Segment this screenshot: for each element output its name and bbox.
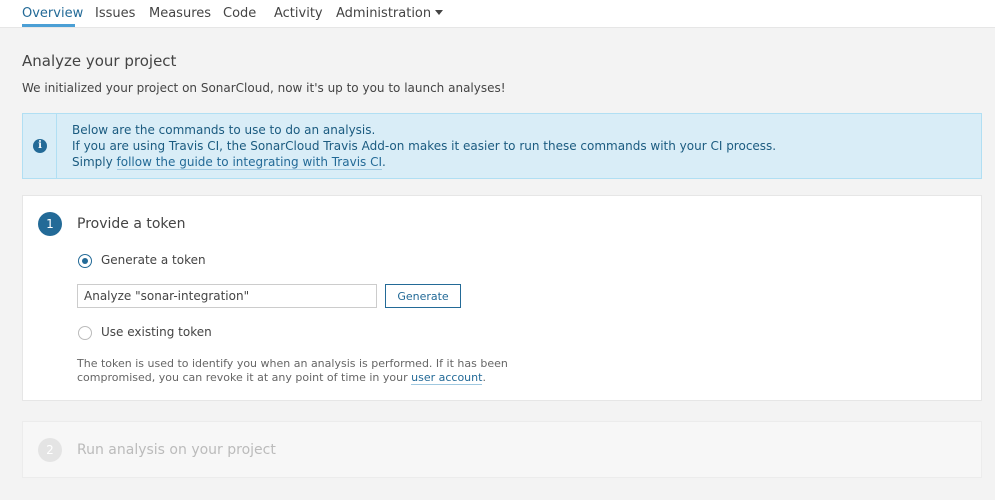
info-line-guide: Simply follow the guide to integrating w… xyxy=(72,155,386,170)
tab-issues[interactable]: Issues xyxy=(95,6,135,21)
existing-token-label: Use existing token xyxy=(101,325,212,339)
user-account-link[interactable]: user account xyxy=(411,371,483,385)
tab-activity[interactable]: Activity xyxy=(274,6,323,21)
top-navigation: Overview Issues Measures Code Activity A… xyxy=(0,0,995,28)
token-help-suffix: . xyxy=(482,371,486,384)
generate-token-label: Generate a token xyxy=(101,253,206,267)
info-icon: i xyxy=(33,139,47,153)
tab-administration[interactable]: Administration xyxy=(336,6,444,21)
token-help-line1: The token is used to identify you when a… xyxy=(77,357,508,370)
step-provide-token: 1 Provide a token Generate a token Gener… xyxy=(22,195,982,401)
page-subtitle: We initialized your project on SonarClou… xyxy=(22,81,506,95)
step-title: Provide a token xyxy=(77,216,186,232)
generate-button[interactable]: Generate xyxy=(385,284,461,308)
info-line-travis: If you are using Travis CI, the SonarClo… xyxy=(72,139,777,153)
info-line-guide-prefix: Simply xyxy=(72,155,117,169)
page-title: Analyze your project xyxy=(22,52,177,70)
tab-administration-label: Administration xyxy=(336,6,432,21)
info-icon-column: i xyxy=(23,114,57,178)
step-run-analysis: 2 Run analysis on your project xyxy=(22,421,982,478)
caret-down-icon xyxy=(435,10,444,15)
token-help-line2: compromised, you can revoke it at any po… xyxy=(77,371,486,385)
step-number: 2 xyxy=(38,438,62,462)
travis-guide-link[interactable]: follow the guide to integrating with Tra… xyxy=(116,155,383,170)
step-number: 1 xyxy=(38,212,62,236)
active-tab-underline xyxy=(22,24,75,27)
info-alert: i Below are the commands to use to do an… xyxy=(22,113,982,179)
existing-token-radio[interactable] xyxy=(78,326,92,340)
token-name-input[interactable] xyxy=(77,284,377,308)
step-title: Run analysis on your project xyxy=(77,442,276,458)
tab-measures[interactable]: Measures xyxy=(149,6,211,21)
generate-token-radio[interactable] xyxy=(78,254,92,268)
info-line-commands: Below are the commands to use to do an a… xyxy=(72,123,376,137)
info-line-guide-suffix: . xyxy=(382,155,386,169)
tab-code[interactable]: Code xyxy=(223,6,256,21)
token-help-prefix: compromised, you can revoke it at any po… xyxy=(77,371,412,384)
tab-overview[interactable]: Overview xyxy=(22,6,83,21)
